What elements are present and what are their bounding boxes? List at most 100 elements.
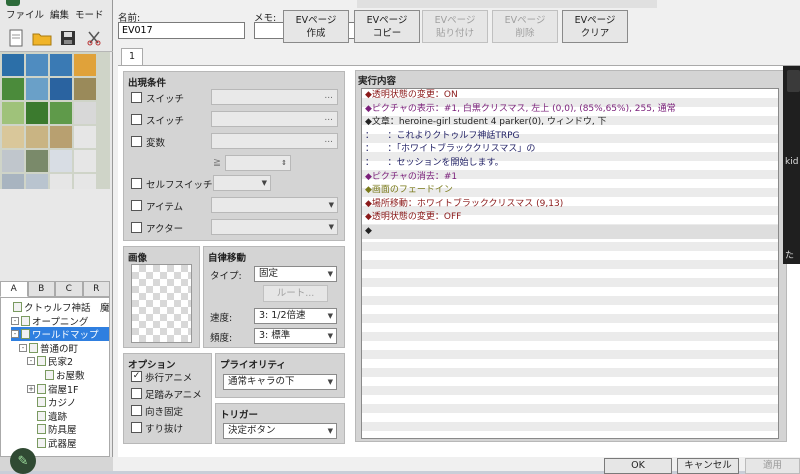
command-row[interactable]: ： ：セッションを開始します。 [362,157,778,171]
empty-tile[interactable] [74,150,96,172]
open-folder-icon[interactable] [32,28,52,48]
option-checkbox[interactable] [131,405,142,416]
tree-node[interactable]: 武器屋 [27,436,109,450]
water-tile[interactable] [26,78,48,100]
command-list[interactable]: ◆透明状態の変更：ON ◆ピクチャの表示：#1, 白黒クリスマス, 左上 (0,0… [361,88,779,439]
command-row[interactable]: ◆透明状態の変更：ON [362,89,778,103]
collapse-icon[interactable]: - [11,330,19,339]
tab-b[interactable]: B [27,281,55,297]
empty-tile[interactable] [50,174,72,189]
expand-icon[interactable]: + [27,384,35,393]
empty-tile[interactable] [74,174,96,189]
water-tile[interactable] [50,54,72,76]
tab-a[interactable]: A [0,281,28,297]
command-row[interactable]: ◆文章：heroine-girl student 4 parker(0), ウィ… [362,116,778,130]
switch1-select[interactable]: ... [211,89,338,105]
collapse-icon[interactable]: - [11,316,19,325]
snow-tile[interactable] [2,174,24,189]
snow-tile[interactable] [50,150,72,172]
desert-tile[interactable] [2,126,24,148]
menu-file[interactable]: ファイル [6,7,44,23]
option-checkbox[interactable] [131,388,142,399]
command-row[interactable]: ◆透明状態の変更：OFF [362,211,778,225]
tree-node[interactable]: - 普通の町 [19,341,109,355]
collapse-icon[interactable]: - [27,357,35,366]
menu-edit[interactable]: 編集 [50,7,69,23]
water-tile[interactable] [26,54,48,76]
snow-tile[interactable] [2,150,24,172]
grass-tile[interactable] [2,102,24,124]
tree-node[interactable]: 遺跡 [27,409,109,423]
ok-button[interactable]: OK [604,458,672,474]
page-button[interactable]: EVページ 作成 [283,10,349,43]
item-checkbox[interactable] [131,200,142,211]
tree-node[interactable]: - ワールドマップ [11,327,109,342]
actor-checkbox[interactable] [131,222,142,233]
command-row[interactable]: ◆ピクチャの消去：#1 [362,171,778,185]
ground-tile[interactable] [74,78,96,100]
command-row[interactable]: ◆ピクチャの表示：#1, 白黒クリスマス, 左上 (0,0), (85%,65%… [362,103,778,117]
tree-node[interactable]: + 宿屋1F [27,382,109,396]
trigger-select[interactable]: 決定ボタン ▼ [223,423,337,439]
self-switch-checkbox[interactable] [131,178,142,189]
save-icon[interactable] [58,28,78,48]
page-button[interactable]: EVページ 削除 [492,10,558,43]
page-button[interactable]: EVページ クリア [562,10,628,43]
empty-tile[interactable] [74,102,96,124]
tree-node[interactable]: 防具屋 [27,422,109,436]
desert-tile[interactable] [50,126,72,148]
option-checkbox[interactable] [131,422,142,433]
priority-select[interactable]: 通常キャラの下 ▼ [223,374,337,390]
actor-select[interactable]: ▼ [211,219,338,235]
tab-r[interactable]: R [82,281,110,297]
tileset-palette[interactable] [0,52,110,189]
item-select[interactable]: ▼ [211,197,338,213]
variable-value-stepper[interactable]: ⇕ [225,155,291,171]
empty-tile[interactable] [74,126,96,148]
pencil-icon[interactable]: ✎ [10,448,36,474]
speed-select[interactable]: 3: 1/2倍速 ▼ [254,308,337,324]
tree-node[interactable]: お屋敷 [35,368,109,382]
map-tree[interactable]: クトゥルフ神話 魔 - オープニング - ワールドマップ - 普通の町 - 民家2 お屋敷 + 宿屋1… [0,297,110,457]
type-select[interactable]: 固定 ▼ [254,266,337,282]
tree-node[interactable]: - オープニング [11,314,109,328]
command-row[interactable]: ◆ [362,224,778,239]
variable-select[interactable]: ... [211,133,338,149]
forest-tile[interactable] [50,102,72,124]
apply-button[interactable]: 適用 [745,458,800,474]
self-switch-select[interactable]: ▼ [213,175,271,191]
option-checkbox[interactable]: ✓ [131,371,142,382]
cancel-button[interactable]: キャンセル [677,458,739,474]
switch1-checkbox[interactable] [131,92,142,103]
overlay-scrollbar[interactable] [787,70,800,92]
command-row[interactable]: ◆画面のフェードイン [362,184,778,198]
tree-node[interactable]: - 民家2 [27,354,109,368]
mountain-tile[interactable] [26,150,48,172]
tree-node[interactable]: クトゥルフ神話 魔 [3,300,109,314]
command-row[interactable]: ： ：「ホワイトブラッククリスマス」の [362,143,778,157]
desert-tile[interactable] [26,126,48,148]
page-button[interactable]: EVページ 貼り付け [422,10,488,43]
grass-tile[interactable] [2,78,24,100]
sand-tile[interactable] [74,54,96,76]
variable-checkbox[interactable] [131,136,142,147]
tab-c[interactable]: C [55,281,83,297]
name-field[interactable] [118,22,245,39]
tab-page-1[interactable]: 1 [121,48,143,66]
frequency-select[interactable]: 3: 標準 ▼ [254,328,337,344]
image-preview[interactable] [131,264,192,343]
command-row[interactable]: ： ：これよりクトゥルフ神話TRPG [362,130,778,144]
forest-tile[interactable] [26,102,48,124]
water-tile[interactable] [2,54,24,76]
switch2-select[interactable]: ... [211,111,338,127]
collapse-icon[interactable]: - [19,343,27,352]
new-file-icon[interactable] [6,28,26,48]
menu-mode[interactable]: モード [75,7,104,23]
route-button[interactable]: ルート... [263,285,328,302]
snow-tile[interactable] [26,174,48,189]
switch2-checkbox[interactable] [131,114,142,125]
command-row[interactable]: ◆場所移動：ホワイトブラッククリスマス (9,13) [362,198,778,212]
tree-node[interactable]: カジノ [27,395,109,409]
page-button[interactable]: EVページ コピー [354,10,420,43]
whirlpool-tile[interactable] [50,78,72,100]
